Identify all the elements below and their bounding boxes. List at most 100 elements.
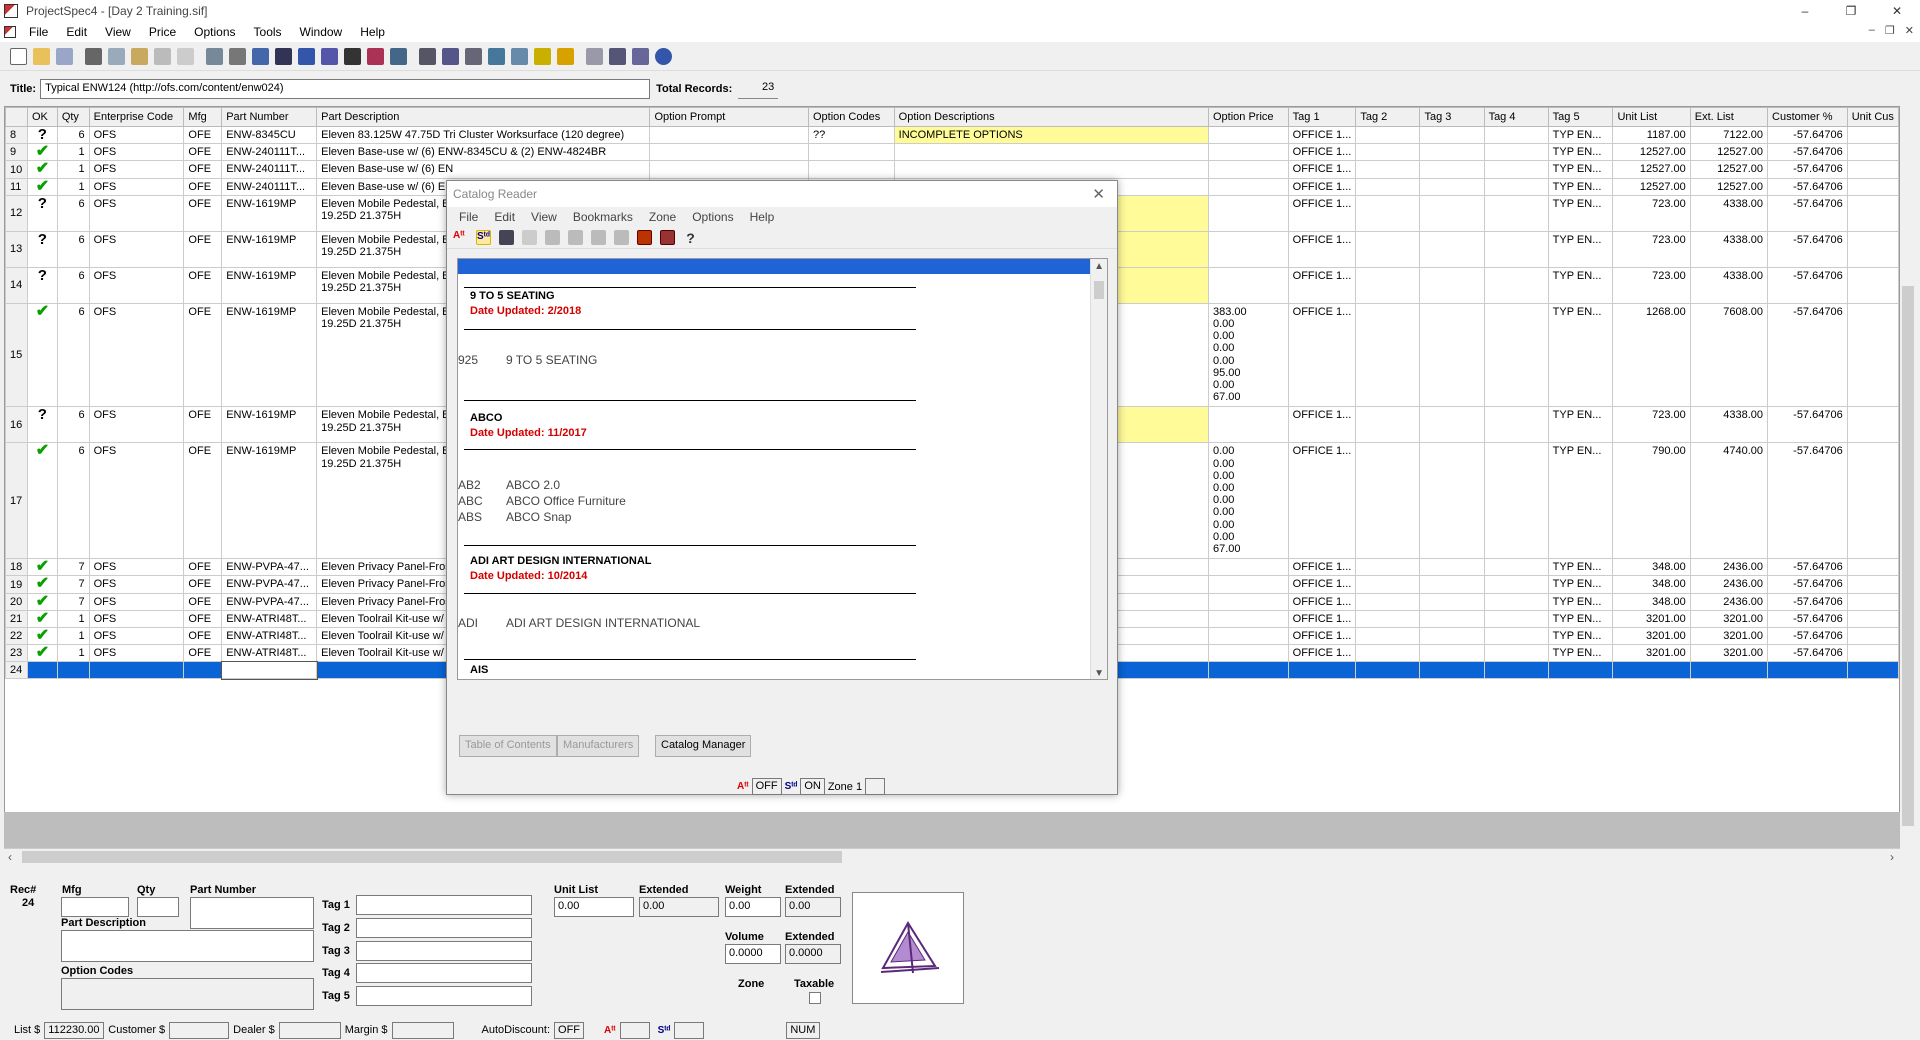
active-part-number-cell[interactable] xyxy=(220,660,318,680)
tag4-cell[interactable] xyxy=(1483,406,1549,444)
option-codes-cell[interactable] xyxy=(807,143,895,162)
unit-list-cell[interactable]: 348.00 xyxy=(1612,558,1691,577)
col-header-part-description[interactable]: Part Description xyxy=(316,107,651,127)
col-header-ext-list[interactable]: Ext. List xyxy=(1689,107,1769,127)
part-number-cell[interactable]: ENW-240111T... xyxy=(221,160,318,179)
tag2-cell[interactable] xyxy=(1355,558,1421,577)
enterprise-code-cell[interactable]: OFS xyxy=(88,406,185,444)
option-price-cell[interactable]: 383.00 0.00 0.00 0.00 0.00 95.00 0.00 67.00 xyxy=(1207,302,1289,408)
customer-pct-cell[interactable]: -57.64706 xyxy=(1767,302,1848,408)
option-price-cell[interactable] xyxy=(1207,177,1289,196)
book-icon[interactable] xyxy=(511,48,528,65)
menu-help[interactable]: Help xyxy=(351,25,394,39)
tag1-cell[interactable]: OFFICE 1... xyxy=(1287,266,1357,304)
col-header-part-number[interactable]: Part Number xyxy=(221,107,318,127)
option-codes-cell[interactable]: ?? xyxy=(807,125,895,145)
customer-pct-cell[interactable]: -57.64706 xyxy=(1767,177,1848,196)
tag1-cell[interactable]: OFFICE 1... xyxy=(1287,627,1357,646)
row-number[interactable]: 19 xyxy=(5,575,28,594)
close-button[interactable]: ✕ xyxy=(1874,0,1920,22)
qty-cell[interactable]: 6 xyxy=(56,406,90,444)
tag5-cell[interactable]: TYP EN... xyxy=(1547,575,1614,594)
unit-cus-cell[interactable] xyxy=(1846,627,1899,646)
option-price-cell[interactable] xyxy=(1207,627,1289,646)
volume-input[interactable]: 0.0000 xyxy=(725,944,781,964)
option-price-cell[interactable] xyxy=(1207,125,1289,145)
catalog-scroll-thumb[interactable] xyxy=(1094,281,1104,299)
enterprise-code-cell[interactable]: OFS xyxy=(88,575,185,594)
customer-pct-cell[interactable]: -57.64706 xyxy=(1767,194,1848,232)
ok-cell[interactable]: ✔ xyxy=(26,627,58,646)
new-row-cell[interactable] xyxy=(1547,661,1614,680)
mfg-cell[interactable]: OFE xyxy=(183,442,223,560)
part-description-cell[interactable]: Eleven 83.125W 47.75D Tri Cluster Worksu… xyxy=(316,125,651,145)
weight-input[interactable]: 0.00 xyxy=(725,897,781,917)
col-header-customer-pct[interactable]: Customer % xyxy=(1767,107,1848,127)
unit-cus-cell[interactable] xyxy=(1846,575,1899,594)
cr-attribute-icon[interactable]: Aᵗᵗ xyxy=(453,230,468,245)
tag2-cell[interactable] xyxy=(1355,266,1421,304)
qty-cell[interactable]: 1 xyxy=(56,143,90,162)
tag1-cell[interactable]: OFFICE 1... xyxy=(1287,609,1357,629)
qty-cell[interactable]: 1 xyxy=(56,160,90,179)
unit-list-cell[interactable]: 348.00 xyxy=(1612,575,1691,594)
cr-standard-value[interactable]: ON xyxy=(800,778,825,795)
tag5-cell[interactable]: TYP EN... xyxy=(1547,406,1614,444)
mdi-close-button[interactable]: ✕ xyxy=(1905,24,1914,37)
unit-list-cell[interactable]: 723.00 xyxy=(1612,194,1691,232)
part-number-cell[interactable]: ENW-ATRI48T... xyxy=(221,644,318,663)
tag2-cell[interactable] xyxy=(1355,575,1421,594)
tag1-cell[interactable]: OFFICE 1... xyxy=(1287,302,1357,408)
qty-cell[interactable]: 1 xyxy=(56,177,90,196)
save-icon[interactable] xyxy=(56,48,73,65)
new-row-cell[interactable] xyxy=(1846,661,1899,680)
option-price-cell[interactable] xyxy=(1207,160,1289,179)
ok-cell[interactable]: ✔ xyxy=(26,558,58,577)
customer-pct-cell[interactable]: -57.64706 xyxy=(1767,558,1848,577)
row-number[interactable]: 12 xyxy=(5,194,28,232)
title-input[interactable]: Typical ENW124 (http://ofs.com/content/e… xyxy=(40,79,651,99)
row-number[interactable]: 18 xyxy=(5,558,28,577)
row-number[interactable]: 24 xyxy=(5,661,28,680)
scroll-down-icon[interactable]: ▼ xyxy=(1094,668,1104,679)
cr-zoom-out-icon[interactable] xyxy=(614,230,629,245)
tag5-input[interactable] xyxy=(356,986,532,1006)
mfg-cell[interactable]: OFE xyxy=(183,558,223,577)
sort-az-icon[interactable] xyxy=(442,48,459,65)
ext-list-cell[interactable]: 3201.00 xyxy=(1689,609,1769,629)
mfg-cell[interactable]: OFE xyxy=(183,575,223,594)
tag3-cell[interactable] xyxy=(1419,627,1485,646)
enterprise-code-cell[interactable]: OFS xyxy=(88,609,185,629)
unit-cus-cell[interactable] xyxy=(1846,160,1899,179)
enterprise-code-cell[interactable]: OFS xyxy=(88,177,185,196)
qty-input[interactable] xyxy=(137,897,179,917)
catalog-reader-close-button[interactable]: ✕ xyxy=(1092,185,1105,203)
tag4-cell[interactable] xyxy=(1483,230,1549,268)
tag3-cell[interactable] xyxy=(1419,177,1485,196)
tag2-input[interactable] xyxy=(356,918,532,938)
unit-list-cell[interactable]: 1187.00 xyxy=(1612,125,1691,145)
option-price-cell[interactable] xyxy=(1207,266,1289,304)
tag5-cell[interactable]: TYP EN... xyxy=(1547,644,1614,663)
tag5-cell[interactable]: TYP EN... xyxy=(1547,442,1614,560)
catalog-manager-button[interactable]: Catalog Manager xyxy=(655,735,752,757)
unit-list-cell[interactable]: 12527.00 xyxy=(1612,177,1691,196)
col-header-enterprise-code[interactable]: Enterprise Code xyxy=(88,107,185,127)
col-header-tag2[interactable]: Tag 2 xyxy=(1355,107,1421,127)
part-number-cell[interactable]: ENW-1619MP xyxy=(221,406,318,444)
catalog-code[interactable]: ADI xyxy=(458,616,478,630)
unit-cus-cell[interactable] xyxy=(1846,143,1899,162)
scroll-up-icon[interactable]: ▲ xyxy=(1094,261,1104,272)
qty-cell[interactable]: 6 xyxy=(56,230,90,268)
tag5-cell[interactable]: TYP EN... xyxy=(1547,609,1614,629)
ext-list-cell[interactable]: 12527.00 xyxy=(1689,143,1769,162)
tag2-cell[interactable] xyxy=(1355,160,1421,179)
tag5-cell[interactable]: TYP EN... xyxy=(1547,558,1614,577)
mfg-cell[interactable]: OFE xyxy=(183,160,223,179)
option-price-cell[interactable] xyxy=(1207,194,1289,232)
tag4-cell[interactable] xyxy=(1483,266,1549,304)
option-price-cell[interactable]: 0.00 0.00 0.00 0.00 0.00 0.00 0.00 0.00 67.00 xyxy=(1207,442,1289,560)
window-icon[interactable] xyxy=(586,48,603,65)
unit-cus-cell[interactable] xyxy=(1846,644,1899,663)
option-price-cell[interactable] xyxy=(1207,609,1289,629)
